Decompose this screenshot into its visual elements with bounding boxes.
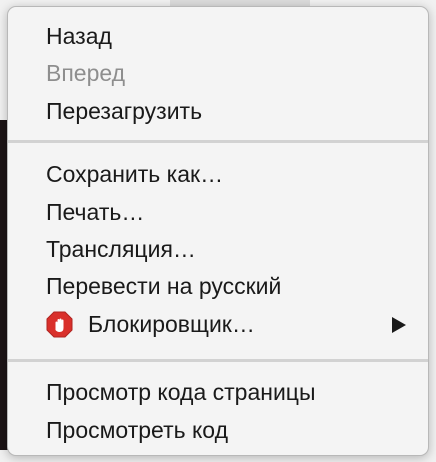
menu-item-inspect[interactable]: Просмотреть код: [8, 413, 428, 447]
menu-item-save-as[interactable]: Сохранить как…: [8, 157, 428, 191]
menu-item-adblock[interactable]: Блокировщик…: [8, 307, 428, 341]
menu-item-view-source[interactable]: Просмотр кода страницы: [8, 375, 428, 409]
menu-item-translate[interactable]: Перевести на русский: [8, 269, 428, 303]
menu-item-print-label: Печать…: [46, 199, 145, 225]
menu-item-back-label: Назад: [46, 23, 112, 49]
menu-item-translate-label: Перевести на русский: [46, 273, 282, 299]
menu-item-reload-label: Перезагрузить: [46, 98, 203, 124]
context-menu: Назад Вперед Перезагрузить Сохранить как…: [7, 6, 429, 456]
menu-item-back[interactable]: Назад: [8, 19, 428, 53]
menu-item-reload[interactable]: Перезагрузить: [8, 94, 428, 128]
menu-item-save-as-label: Сохранить как…: [46, 161, 224, 187]
menu-separator: [8, 140, 428, 143]
submenu-arrow-icon: [392, 317, 406, 333]
menu-item-view-source-label: Просмотр кода страницы: [46, 379, 316, 405]
menu-separator: [8, 359, 428, 362]
menu-item-cast-label: Трансляция…: [46, 236, 196, 262]
menu-item-forward-label: Вперед: [46, 60, 126, 86]
menu-item-adblock-label: Блокировщик…: [88, 311, 255, 337]
menu-item-forward: Вперед: [8, 56, 428, 90]
menu-item-inspect-label: Просмотреть код: [46, 417, 229, 443]
menu-item-cast[interactable]: Трансляция…: [8, 232, 428, 266]
menu-item-print[interactable]: Печать…: [8, 195, 428, 229]
adblock-hand-icon: [46, 311, 73, 338]
